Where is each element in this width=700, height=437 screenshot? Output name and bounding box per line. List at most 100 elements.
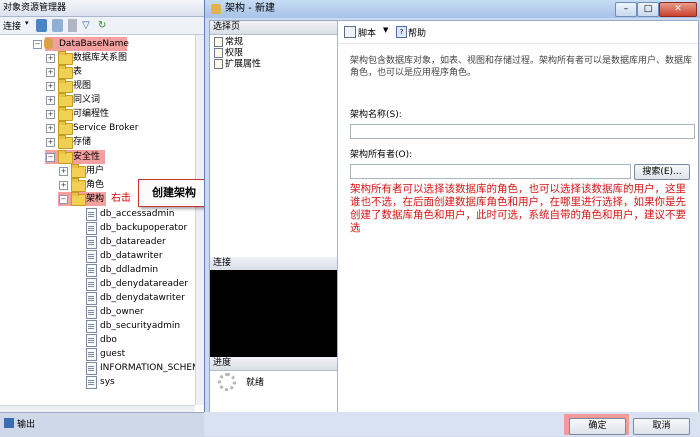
folder-icon	[58, 65, 73, 79]
tree-node-label: 存储	[73, 137, 92, 147]
schema-icon	[86, 292, 97, 305]
script-dropdown-icon[interactable]: ▼	[383, 26, 388, 34]
progress-spinner-icon	[218, 373, 236, 391]
tree-node-security[interactable]: − 安全性	[45, 150, 105, 164]
dialog-right-pane: 脚本 ▼ ? 帮助 架构包含数据库对象，如表、视图和存储过程。架构所有者可以是数…	[338, 21, 698, 413]
script-button[interactable]: 脚本	[358, 26, 376, 39]
tree-node-label: 用户	[86, 166, 105, 176]
schema-icon	[86, 208, 97, 221]
page-extended-properties-label: 扩展属性	[225, 59, 262, 70]
filter-icon[interactable]: ▽	[82, 19, 93, 32]
folder-icon	[58, 51, 73, 65]
search-button[interactable]: 搜索(E)...	[634, 164, 690, 180]
disconnect-icon[interactable]	[52, 19, 63, 32]
schema-name-input[interactable]	[350, 124, 695, 139]
page-extended-properties[interactable]: 扩展属性	[214, 59, 261, 70]
connection-label: 连接	[213, 258, 232, 268]
folder-icon	[71, 192, 86, 206]
minimize-button[interactable]: –	[615, 2, 637, 17]
expand-icon[interactable]: +	[46, 82, 55, 91]
refresh-icon[interactable]: ↻	[98, 19, 109, 32]
folder-icon	[58, 150, 73, 164]
connect-button[interactable]: 连接	[3, 19, 21, 32]
schema-label: db_denydatawriter	[100, 293, 185, 303]
script-icon	[344, 26, 356, 38]
expand-icon[interactable]: +	[46, 110, 55, 119]
expand-icon[interactable]: +	[46, 68, 55, 77]
select-page-header: 选择页	[210, 21, 337, 35]
folder-icon	[71, 164, 86, 178]
schema-icon	[86, 250, 97, 263]
tree-node-label: 同义词	[73, 95, 101, 105]
schema-icon	[86, 348, 97, 361]
create-schema-context-menu-item[interactable]: 创建架构	[138, 179, 210, 207]
select-page-label: 选择页	[213, 22, 241, 32]
schema-label: db_owner	[100, 307, 144, 317]
tree-node-label: 可编程性	[73, 109, 110, 119]
collapse-icon[interactable]: −	[46, 153, 55, 162]
ok-button[interactable]: 确定	[569, 418, 626, 435]
expand-icon[interactable]: +	[59, 167, 68, 176]
schema-icon	[86, 222, 97, 235]
progress-header: 进度	[210, 357, 337, 371]
tree-node-label: 视图	[73, 81, 92, 91]
schema-label: sys	[100, 377, 115, 387]
schema-icon	[86, 278, 97, 291]
page-icon	[214, 48, 223, 58]
dialog-toolbar: 脚本 ▼ ? 帮助	[338, 21, 698, 44]
dialog-app-icon	[211, 4, 221, 14]
expand-icon[interactable]: +	[46, 54, 55, 63]
schema-icon	[86, 264, 97, 277]
cancel-button[interactable]: 取消	[633, 418, 690, 435]
schema-label: dbo	[100, 335, 117, 345]
expand-icon[interactable]: +	[46, 138, 55, 147]
close-button[interactable]: ✕	[659, 2, 697, 17]
tree-node-schemas[interactable]: − 架构	[58, 192, 106, 206]
schema-label: db_ddladmin	[100, 265, 159, 275]
expand-icon[interactable]: +	[46, 124, 55, 133]
page-permissions[interactable]: 权限	[214, 48, 243, 59]
progress-label: 进度	[213, 358, 232, 368]
help-button[interactable]: 帮助	[408, 26, 426, 39]
folder-icon	[58, 93, 73, 107]
schema-icon	[86, 334, 97, 347]
page-general[interactable]: 常规	[214, 37, 243, 48]
dialog-title: 架构 - 新建	[225, 3, 275, 14]
dialog-left-pane: 选择页 常规 权限 扩展属性 连接 进度 就绪	[210, 21, 338, 413]
tree-database-node[interactable]: − DataBaseName	[33, 37, 129, 51]
stop-icon[interactable]	[68, 19, 77, 32]
expand-icon[interactable]: +	[46, 96, 55, 105]
output-tab-bar: 输出	[0, 412, 206, 437]
tree-node-label: 架构	[86, 194, 105, 204]
tree-node-label: 安全性	[73, 152, 101, 162]
schema-label: db_accessadmin	[100, 209, 175, 219]
maximize-button[interactable]: □	[637, 2, 659, 17]
output-tab[interactable]: 输出	[17, 417, 35, 430]
page-permissions-label: 权限	[225, 48, 244, 59]
schema-icon	[86, 236, 97, 249]
schema-icon	[86, 306, 97, 319]
connect-dropdown-icon[interactable]: ▾	[25, 19, 29, 27]
tree-node-label: Service Broker	[73, 123, 139, 133]
connection-info-area	[210, 270, 337, 357]
schema-icon	[86, 376, 97, 389]
object-explorer-title: 对象资源管理器	[3, 3, 67, 13]
connect-server-icon[interactable]	[36, 19, 47, 32]
schema-label: db_backupoperator	[100, 223, 188, 233]
page-general-label: 常规	[225, 37, 244, 48]
schema-label: db_securityadmin	[100, 321, 181, 331]
connection-header: 连接	[210, 257, 337, 271]
schema-owner-input[interactable]	[350, 164, 631, 179]
tree-database-label: DataBaseName	[59, 39, 129, 49]
folder-icon	[58, 135, 73, 149]
expand-icon[interactable]: +	[59, 181, 68, 190]
collapse-icon[interactable]: −	[59, 195, 68, 204]
folder-icon	[58, 79, 73, 93]
tree-node-label: 角色	[86, 180, 105, 190]
help-icon: ?	[396, 26, 407, 38]
new-schema-dialog: 架构 - 新建 – □ ✕ 选择页 常规 权限 扩展属性 连接 进度 就绪 脚本…	[204, 0, 700, 436]
collapse-icon[interactable]: −	[33, 40, 42, 49]
object-explorer-panel: 对象资源管理器 连接 ▾ ▽ ↻ − DataBaseName + 数据库关系图…	[0, 0, 207, 437]
schema-icon	[86, 320, 97, 333]
right-click-annotation: 右击	[111, 193, 131, 204]
